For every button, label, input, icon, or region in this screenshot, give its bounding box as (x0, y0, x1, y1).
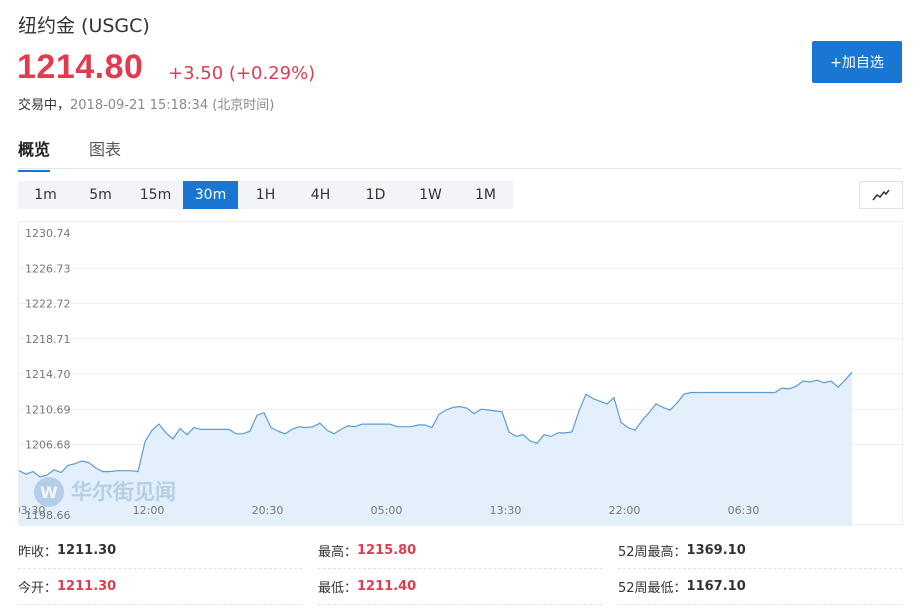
stat-value: 1211.30 (57, 543, 117, 558)
period-4h[interactable]: 4H (293, 181, 348, 209)
stat-value: 1167.10 (686, 579, 746, 594)
stat-high: 最高： 1215.80 (318, 533, 602, 569)
period-5m[interactable]: 5m (73, 181, 128, 209)
add-to-watchlist-button[interactable]: +加自选 (812, 41, 902, 83)
x-tick-label: 22:00 (609, 504, 641, 517)
stat-label: 今开： (18, 581, 58, 596)
stat-value: 1211.30 (57, 579, 117, 594)
x-tick-label: 03:30 (19, 504, 45, 517)
y-tick-label: 1218.71 (25, 333, 71, 346)
y-tick-label: 1206.68 (25, 439, 71, 452)
x-tick-label: 20:30 (252, 504, 284, 517)
instrument-title: 纽约金 (USGC) (18, 15, 150, 37)
x-tick-label: 13:30 (490, 504, 522, 517)
last-price: 1214.80 (17, 48, 144, 86)
stat-open: 今开： 1211.30 (18, 569, 302, 605)
stat-value: 1215.80 (357, 543, 417, 558)
stat-prev-close: 昨收： 1211.30 (18, 533, 302, 569)
stat-52w-high: 52周最高： 1369.10 (618, 533, 902, 569)
y-tick-label: 1222.72 (25, 298, 71, 311)
watermark-logo-glyph: W (40, 483, 58, 502)
trading-status: 交易中，2018-09-21 15:18:34 (北京时间) (18, 94, 274, 113)
y-tick-label: 1226.73 (25, 262, 71, 275)
line-chart-icon (872, 189, 890, 201)
x-tick-label: 12:00 (133, 504, 165, 517)
chart-type-toggle[interactable] (859, 181, 903, 209)
stat-value: 1369.10 (686, 543, 746, 558)
timestamp: 2018-09-21 15:18:34 (北京时间) (70, 98, 275, 113)
stat-low: 最低： 1211.40 (318, 569, 602, 605)
tab-overview[interactable]: 概览 (18, 136, 51, 172)
y-tick-label: 1210.69 (25, 403, 71, 416)
stats-panel: 昨收： 1211.30 最高： 1215.80 52周最高： 1369.10 今开： 1… (18, 533, 902, 609)
price-change: +3.50 (+0.29%) (168, 63, 316, 84)
tab-bar: 概览 图表 (18, 136, 902, 172)
price-chart-svg: W 华尔街见闻 1230.74 1226.73 1222.72 1218.71 1214.7… (19, 227, 904, 526)
y-tick-label: 1230.74 (25, 227, 71, 240)
stat-label: 52周最低： (618, 581, 687, 596)
period-15m[interactable]: 15m (128, 181, 183, 209)
x-tick-label: 06:30 (728, 504, 760, 517)
period-1h[interactable]: 1H (238, 181, 293, 209)
period-1d[interactable]: 1D (348, 181, 403, 209)
stat-label: 52周最高： (618, 545, 687, 560)
watermark-text: 华尔街见闻 (71, 479, 176, 504)
stat-52w-low: 52周最低： 1167.10 (618, 569, 902, 605)
period-1m[interactable]: 1m (18, 181, 73, 209)
period-1w[interactable]: 1W (403, 181, 458, 209)
period-30m[interactable]: 30m (183, 181, 238, 209)
tab-chart[interactable]: 图表 (89, 136, 121, 170)
period-1mo[interactable]: 1M (458, 181, 513, 209)
status-label: 交易中， (18, 98, 71, 113)
stat-label: 最高： (318, 545, 358, 560)
watermark: W 华尔街见闻 (34, 477, 176, 507)
y-tick-label: 1214.70 (25, 368, 71, 381)
stat-value: 1211.40 (357, 579, 417, 594)
x-tick-label: 05:00 (371, 504, 403, 517)
period-selector: 1m 5m 15m 30m 1H 4H 1D 1W 1M (18, 181, 513, 209)
price-chart[interactable]: W 华尔街见闻 1230.74 1226.73 1222.72 1218.71 1214.7… (18, 221, 904, 526)
stat-label: 昨收： (18, 545, 58, 560)
stat-label: 最低： (318, 581, 358, 596)
